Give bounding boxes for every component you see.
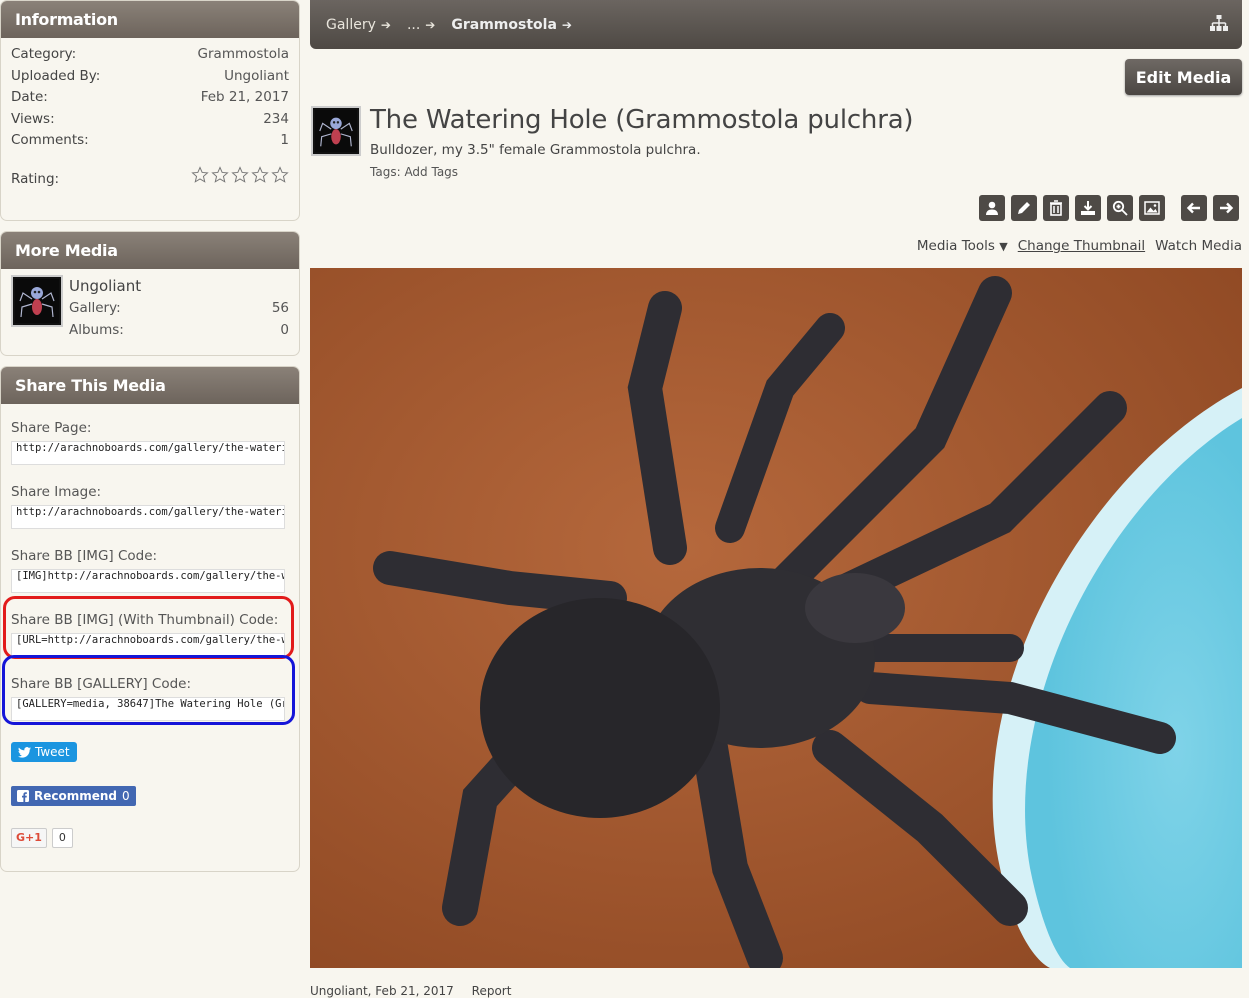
star-icon[interactable] <box>271 165 289 184</box>
facebook-icon <box>17 790 29 802</box>
zoom-icon <box>1112 200 1128 216</box>
breadcrumb-ellipsis[interactable]: ... ➔ <box>407 17 435 33</box>
report-link[interactable]: Report <box>472 984 512 998</box>
info-row-views: Views: 234 <box>11 110 289 127</box>
share-bb-thumb-label: Share BB [IMG] (With Thumbnail) Code: <box>11 612 279 628</box>
author-date[interactable]: Ungoliant, Feb 21, 2017 <box>310 984 454 998</box>
media-image[interactable] <box>310 268 1242 968</box>
share-bb-gallery-input[interactable]: [GALLERY=media, 38647]The Watering Hole … <box>11 697 285 721</box>
tags-row: Tags: Add Tags <box>370 165 459 179</box>
image-button[interactable] <box>1139 195 1165 221</box>
twitter-icon <box>18 746 31 758</box>
facebook-recommend-button[interactable]: Recommend 0 <box>11 786 136 806</box>
share-bb-gallery-label: Share BB [GALLERY] Code: <box>11 676 192 692</box>
tweet-button[interactable]: Tweet <box>11 742 77 762</box>
media-description: Bulldozer, my 3.5" female Grammostola pu… <box>370 142 701 158</box>
media-footer: Ungoliant, Feb 21, 2017 Report <box>310 984 525 998</box>
next-button[interactable] <box>1213 195 1239 221</box>
spider-avatar-icon <box>15 279 59 323</box>
info-row-comments: Comments: 1 <box>11 132 289 148</box>
google-plus-count: 0 <box>51 828 73 848</box>
page-title: The Watering Hole (Grammostola pulchra) <box>370 105 914 135</box>
arrow-left-icon <box>1186 202 1200 214</box>
gallery-count-row[interactable]: Gallery: 56 <box>69 297 289 319</box>
sidebar: Information Category: Grammostola Uploade… <box>0 0 300 882</box>
star-icon[interactable] <box>231 165 249 184</box>
share-media-block: Share This Media Share Page: http://arac… <box>0 366 300 872</box>
tarantula-photo <box>310 268 1242 968</box>
arrow-right-icon: ➔ <box>380 17 391 32</box>
share-image-label: Share Image: <box>11 484 102 500</box>
info-row-rating: Rating: <box>11 165 289 192</box>
uploader-link[interactable]: Ungoliant <box>224 66 289 88</box>
breadcrumb-grammostola[interactable]: Grammostola ➔ <box>451 17 572 33</box>
media-tools-menu[interactable]: Media Tools ▼ <box>917 238 1008 254</box>
share-heading: Share This Media <box>1 367 299 404</box>
arrow-right-icon: ➔ <box>425 17 436 32</box>
avatar[interactable] <box>11 275 63 327</box>
star-icon[interactable] <box>211 165 229 184</box>
media-toolbar <box>979 195 1245 221</box>
chevron-down-icon: ▼ <box>999 240 1008 253</box>
delete-button[interactable] <box>1043 195 1069 221</box>
download-icon <box>1081 201 1095 215</box>
download-button[interactable] <box>1075 195 1101 221</box>
albums-count-row[interactable]: Albums: 0 <box>69 319 289 341</box>
spider-avatar-icon <box>315 110 357 152</box>
arrow-right-icon: ➔ <box>561 17 572 32</box>
title-avatar[interactable] <box>311 106 361 156</box>
share-bb-thumb-input[interactable]: [URL=http://arachnoboards.com/gallery/th… <box>11 633 285 657</box>
edit-media-button[interactable]: Edit Media <box>1125 59 1242 95</box>
watch-media-link[interactable]: Watch Media <box>1155 238 1242 254</box>
zoom-button[interactable] <box>1107 195 1133 221</box>
info-row-uploaded-by: Uploaded By: Ungoliant <box>11 66 289 88</box>
share-bb-img-label: Share BB [IMG] Code: <box>11 548 158 564</box>
previous-button[interactable] <box>1181 195 1207 221</box>
add-tags-link[interactable]: Add Tags <box>404 165 458 179</box>
trash-icon <box>1050 200 1062 216</box>
star-icon[interactable] <box>191 165 209 184</box>
rating-stars <box>191 165 289 192</box>
information-block: Information Category: Grammostola Uploade… <box>0 0 300 221</box>
pencil-icon <box>1018 202 1030 214</box>
more-media-block: More Media Ungoliant Gallery: 56 Albums: 0 <box>0 231 300 356</box>
more-media-heading: More Media <box>1 232 299 269</box>
arrow-right-icon <box>1220 202 1234 214</box>
google-plus-button[interactable]: G+1 <box>11 828 47 848</box>
image-icon <box>1144 201 1160 215</box>
info-row-category: Category: Grammostola <box>11 44 289 66</box>
star-icon[interactable] <box>251 165 269 184</box>
information-heading: Information <box>1 1 299 38</box>
share-image-input[interactable]: http://arachnoboards.com/gallery/the-wat… <box>11 505 285 529</box>
sitemap-icon[interactable] <box>1210 15 1228 31</box>
breadcrumb: Gallery ➔ ... ➔ Grammostola ➔ <box>310 0 1242 49</box>
breadcrumb-gallery[interactable]: Gallery ➔ <box>326 17 391 33</box>
share-bb-img-input[interactable]: [IMG]http://arachnoboards.com/gallery/th… <box>11 569 285 593</box>
edit-button[interactable] <box>1011 195 1037 221</box>
user-icon <box>986 201 998 215</box>
share-page-label: Share Page: <box>11 420 92 436</box>
change-thumbnail-link[interactable]: Change Thumbnail <box>1018 238 1145 254</box>
share-page-input[interactable]: http://arachnoboards.com/gallery/the-wat… <box>11 441 285 465</box>
user-button[interactable] <box>979 195 1005 221</box>
info-row-date: Date: Feb 21, 2017 <box>11 89 289 105</box>
category-link[interactable]: Grammostola <box>198 44 289 66</box>
media-links: Media Tools ▼ Change Thumbnail Watch Med… <box>917 238 1242 254</box>
more-media-user-link[interactable]: Ungoliant <box>69 275 289 297</box>
